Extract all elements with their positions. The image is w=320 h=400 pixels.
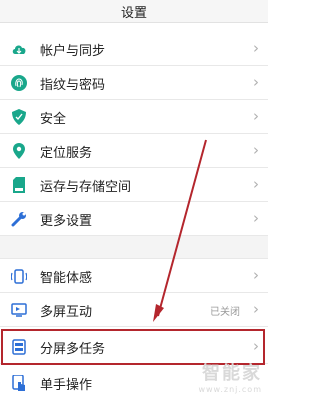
annotation-arrow (153, 139, 207, 322)
